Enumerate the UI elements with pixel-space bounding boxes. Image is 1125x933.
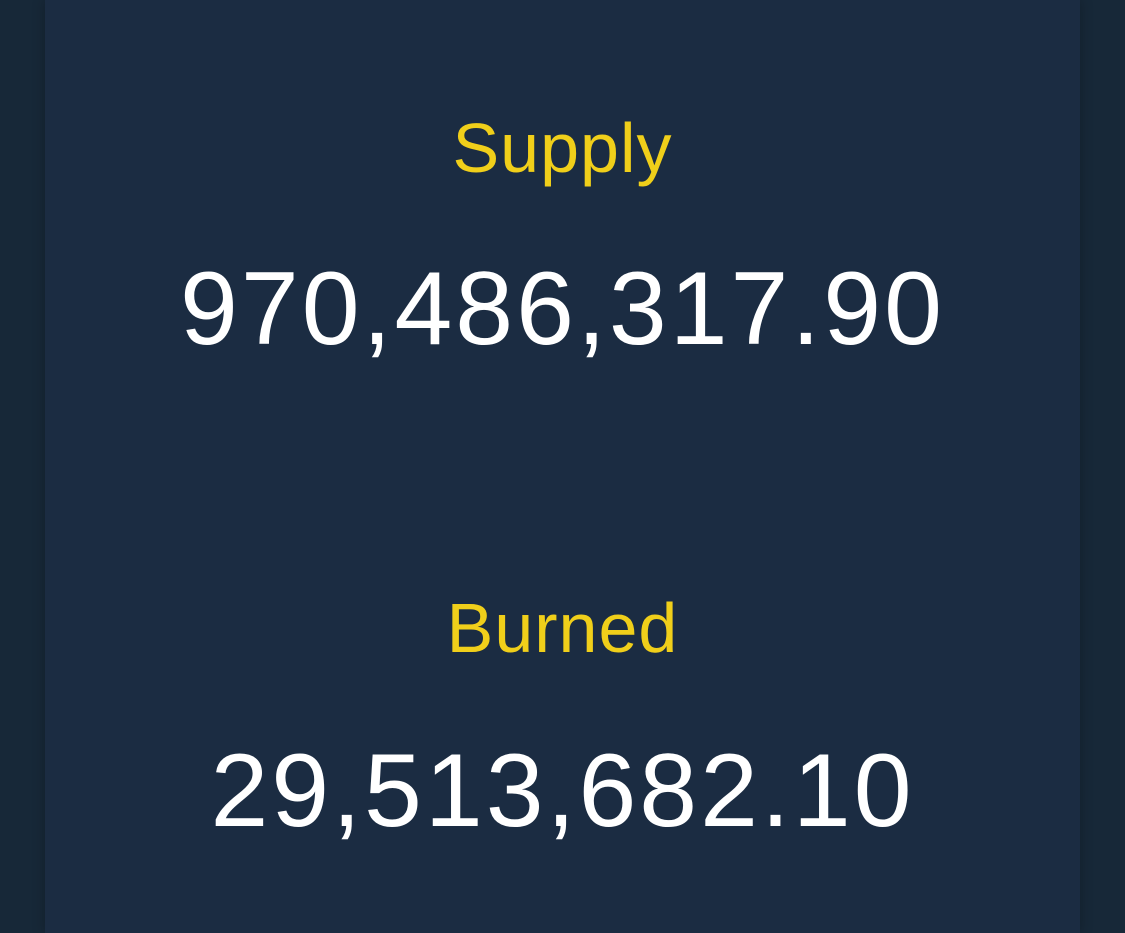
supply-value: 970,486,317.90 <box>180 251 945 367</box>
burned-label: Burned <box>446 589 679 667</box>
supply-label: Supply <box>452 109 673 187</box>
token-stats-panel: Supply 970,486,317.90 Burned 29,513,682.… <box>45 0 1080 933</box>
burned-value: 29,513,682.10 <box>210 733 915 849</box>
